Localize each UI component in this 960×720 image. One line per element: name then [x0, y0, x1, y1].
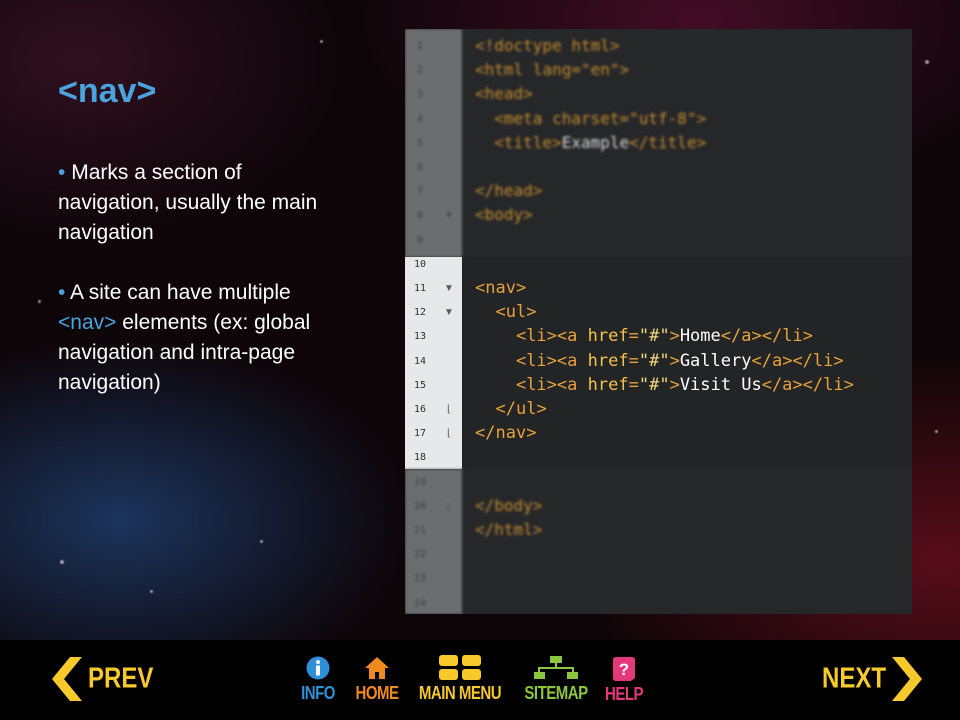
- fold-arrow-icon[interactable]: ▼: [442, 307, 456, 318]
- info-icon: [306, 656, 330, 680]
- chevron-left-icon: [52, 657, 82, 701]
- line-number: 21: [413, 525, 427, 536]
- line-number: 12: [413, 307, 427, 319]
- code-line: <li><a href="#">Visit Us</a></li>: [515, 374, 854, 395]
- fold-arrow-icon[interactable]: ▼: [442, 283, 456, 294]
- code-line: </nav>: [475, 423, 537, 444]
- bullet-text: Marks a section of navigation, usually t…: [58, 161, 318, 244]
- main-menu-button[interactable]: MAIN MENU: [414, 655, 506, 703]
- code-line: </body>: [475, 495, 543, 515]
- code-editor-image: 1 <!doctype html> 2 <html lang="en"> 3 <head>…: [405, 29, 912, 614]
- grid-icon: [439, 655, 481, 680]
- code-line: <li><a href="#">Gallery</a></li>: [515, 350, 844, 371]
- line-number: 23: [413, 573, 427, 585]
- line-number: 15: [413, 379, 427, 391]
- prev-label: PREV: [88, 662, 154, 695]
- code-line: <title>Example</title>: [494, 132, 707, 152]
- bullet-item: • Marks a section of navigation, usually…: [58, 158, 348, 248]
- fold-arrow-icon[interactable]: ▼: [442, 210, 456, 221]
- svg-text:?: ?: [619, 660, 629, 679]
- bullet-highlight: <nav>: [58, 311, 117, 334]
- code-line: </html>: [475, 520, 543, 539]
- code-region-focus: 10 11 ▼ <nav> 12 ▼ <ul> 13 <li><a href="#">Hom…: [405, 257, 912, 469]
- line-number: 3: [416, 89, 424, 101]
- line-number: 22: [413, 549, 427, 561]
- line-number: 17: [413, 428, 427, 440]
- next-button[interactable]: NEXT: [822, 657, 923, 701]
- code-line: </ul>: [495, 399, 547, 419]
- line-number: 16: [413, 404, 427, 415]
- next-label: NEXT: [822, 662, 887, 695]
- fold-end-icon[interactable]: ⌊: [442, 501, 456, 512]
- line-gutter: [405, 469, 462, 614]
- line-number: 11: [413, 283, 427, 294]
- line-number: 18: [413, 452, 427, 464]
- sitemap-button[interactable]: SITEMAP: [519, 656, 593, 703]
- code-line: <head>: [475, 84, 533, 104]
- code-line: <body>: [475, 205, 533, 225]
- line-number: 19: [413, 476, 427, 488]
- fold-end-icon[interactable]: ⌊: [442, 428, 456, 439]
- code-line: <ul>: [495, 302, 537, 323]
- slide-title: <nav>: [58, 72, 157, 110]
- line-number: 20: [413, 500, 427, 512]
- home-icon: [365, 657, 389, 679]
- bullet-dot: •: [58, 161, 66, 184]
- line-number: 14: [413, 355, 427, 367]
- info-button[interactable]: INFO: [298, 656, 338, 703]
- line-number: 2: [416, 65, 424, 77]
- line-number: 7: [416, 186, 424, 198]
- home-button[interactable]: HOME: [352, 656, 402, 703]
- chevron-right-icon: [892, 657, 923, 701]
- code-line: <!doctype html>: [475, 36, 620, 55]
- line-number: 9: [416, 234, 424, 246]
- line-number: 6: [416, 162, 424, 173]
- line-number: 4: [416, 113, 424, 125]
- fold-end-icon[interactable]: ⌊: [442, 404, 456, 415]
- bullet-text: A site can have multiple: [70, 281, 291, 304]
- code-line: <meta charset="utf-8">: [494, 108, 707, 128]
- help-label: HELP: [604, 683, 644, 705]
- line-number: 24: [413, 597, 427, 609]
- code-line: <nav>: [475, 278, 527, 298]
- line-number: 13: [413, 331, 427, 343]
- bullet-item: • A site can have multiple <nav> element…: [58, 278, 348, 398]
- line-number: 5: [416, 137, 424, 149]
- bullet-dot: •: [58, 281, 66, 304]
- home-label: HOME: [355, 682, 400, 704]
- code-region-blurred-bottom: 19 20 ⌊ </body> 21 </html> 22 23 24: [405, 469, 912, 614]
- code-region-blurred-top: 1 <!doctype html> 2 <html lang="en"> 3 <head>…: [405, 29, 912, 257]
- sitemap-label: SITEMAP: [524, 682, 588, 704]
- code-line: <html lang="en">: [475, 60, 630, 80]
- code-line: <li><a href="#">Home</a></li>: [515, 326, 813, 347]
- prev-button[interactable]: PREV: [52, 657, 153, 701]
- help-icon: ?: [613, 657, 635, 681]
- main-menu-label: MAIN MENU: [418, 682, 502, 704]
- code-line: </head>: [475, 181, 543, 201]
- sitemap-icon: [534, 656, 578, 679]
- line-number: 10: [413, 258, 427, 270]
- line-number: 8: [416, 210, 424, 222]
- line-number: 1: [416, 41, 424, 52]
- code-area: [462, 469, 912, 614]
- help-button[interactable]: ? HELP: [602, 656, 646, 704]
- info-label: INFO: [301, 682, 335, 704]
- bullet-list: • Marks a section of navigation, usually…: [58, 158, 348, 428]
